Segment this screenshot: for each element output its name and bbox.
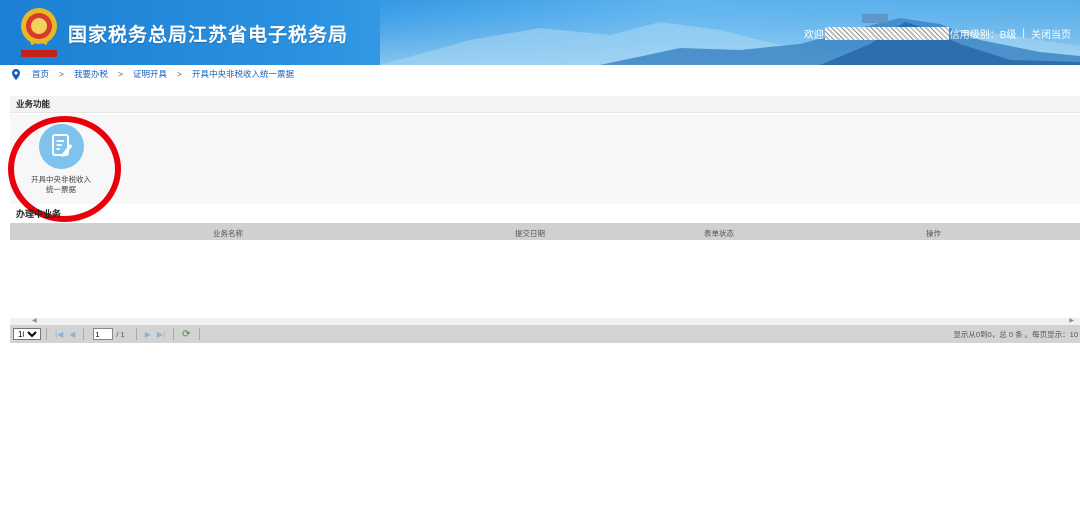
grid-body: [10, 240, 1080, 318]
pager-divider: [83, 328, 85, 340]
column-form-status[interactable]: 表单状态: [704, 228, 734, 239]
redacted-user-name: [824, 27, 949, 40]
function-tile-issue-receipt[interactable]: 开具中央非税收入统一票据: [26, 124, 96, 195]
functions-section-header: 业务功能: [10, 96, 1080, 113]
close-page-link[interactable]: 关闭当页: [1031, 26, 1071, 41]
credit-level: 信用级别：B级: [949, 30, 1017, 41]
welcome-text: 欢迎: [803, 30, 824, 41]
breadcrumb-arrow: >: [118, 69, 123, 79]
horizontal-scrollbar[interactable]: ◀ ▶: [10, 318, 1080, 325]
refresh-icon[interactable]: ⟳: [182, 329, 190, 340]
scroll-right-icon[interactable]: ▶: [1069, 317, 1074, 324]
pagination-bar: 10 |◀ ◀ / 1 ▶ ▶| ⟳ 显示从0到0，总 0 条 。每页显示：10: [10, 325, 1080, 343]
edit-document-icon: [38, 124, 84, 169]
breadcrumb-arrow: >: [176, 69, 182, 79]
location-pin-icon: [12, 68, 20, 80]
next-page-icon[interactable]: ▶: [145, 330, 151, 339]
breadcrumb-current[interactable]: 开具中央非税收入统一票据: [192, 68, 294, 80]
prev-page-icon[interactable]: ◀: [69, 330, 75, 339]
site-title: 国家税务总局江苏省电子税务局: [68, 25, 349, 46]
breadcrumb-arrow: >: [59, 69, 64, 79]
grid-header: 业务名称 提交日期 表单状态 操作: [10, 223, 1080, 240]
current-page-input[interactable]: [93, 328, 114, 340]
pager-divider: [173, 328, 175, 340]
column-submit-date[interactable]: 提交日期: [515, 228, 545, 239]
scroll-left-icon[interactable]: ◀: [32, 317, 37, 324]
total-pages: / 1: [116, 329, 125, 339]
pager-info: 显示从0到0，总 0 条 。每页显示：10: [953, 329, 1078, 339]
pager-divider: [198, 328, 200, 340]
separator: |: [1022, 28, 1025, 39]
site-header: 国家税务总局江苏省电子税务局 欢迎 信用级别：B级 | 关闭当页: [0, 0, 1080, 65]
column-business-name[interactable]: 业务名称: [213, 228, 243, 239]
function-tile-label: 开具中央非税收入统一票据: [31, 175, 91, 194]
in-progress-section-title: 办理中业务: [16, 209, 62, 219]
first-page-icon[interactable]: |◀: [55, 330, 63, 339]
last-page-icon[interactable]: ▶|: [157, 330, 165, 339]
column-operation[interactable]: 操作: [926, 228, 941, 239]
functions-area: 开具中央非税收入统一票据: [10, 114, 1080, 204]
pager-divider: [46, 328, 47, 340]
user-bar: 欢迎 信用级别：B级 | 关闭当页: [804, 26, 1071, 41]
page-size-select[interactable]: 10: [13, 328, 41, 340]
breadcrumb: 首页 > 我要办税 > 证明开具 > 开具中央非税收入统一票据: [0, 65, 1080, 83]
breadcrumb-certificates[interactable]: 证明开具: [133, 68, 167, 80]
breadcrumb-tax-service[interactable]: 我要办税: [74, 68, 108, 80]
breadcrumb-home[interactable]: 首页: [32, 68, 49, 80]
tax-emblem-logo: [17, 6, 61, 60]
pager-divider: [135, 328, 137, 340]
